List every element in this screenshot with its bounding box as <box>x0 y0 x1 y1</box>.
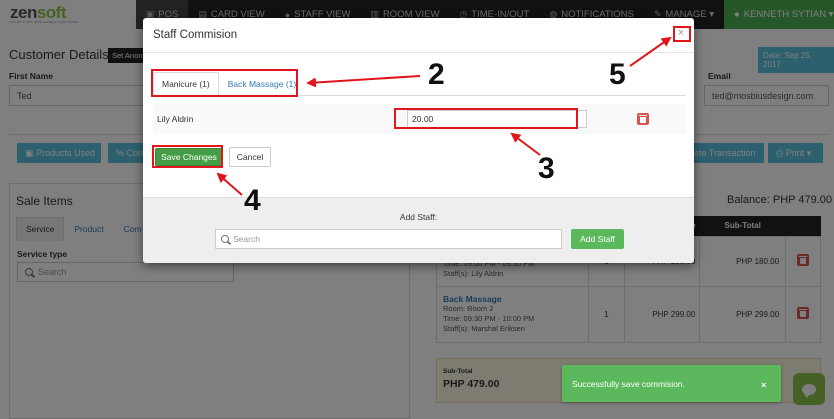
annotation-number-3: 3 <box>538 152 555 185</box>
trash-icon <box>639 115 647 123</box>
service-tabs: Manicure (1) Back Massage (1) <box>153 72 686 96</box>
success-toast: Successfully save commision. × <box>562 365 781 402</box>
annotation-number-4: 4 <box>244 184 261 217</box>
tab-back-massage[interactable]: Back Massage (1) <box>219 72 306 95</box>
close-icon[interactable]: × <box>674 27 688 40</box>
add-staff-label: Add Staff: <box>399 212 438 222</box>
cancel-button[interactable]: Cancel <box>229 147 271 167</box>
tab-manicure[interactable]: Manicure (1) <box>153 72 219 96</box>
modal-title: Staff Commision <box>153 29 238 41</box>
staff-search-input[interactable]: Search <box>215 229 562 249</box>
staff-name: Lily Aldrin <box>157 114 194 124</box>
modal-header: Staff Commision × <box>143 18 694 53</box>
toast-message: Successfully save commision. <box>572 379 685 389</box>
commission-input[interactable] <box>407 110 587 128</box>
delete-staff-button[interactable] <box>637 113 649 125</box>
annotation-number-2: 2 <box>428 58 445 91</box>
add-staff-section: Add Staff: Search Add Staff <box>143 197 694 263</box>
staff-search-placeholder: Search <box>233 234 260 244</box>
annotation-number-5: 5 <box>609 58 626 91</box>
toast-close-icon[interactable]: × <box>761 380 766 390</box>
staff-commission-modal: Staff Commision × Manicure (1) Back Mass… <box>143 18 694 263</box>
save-changes-button[interactable]: Save Changes <box>155 148 223 166</box>
staff-commission-row: Lily Aldrin <box>153 104 686 134</box>
search-icon <box>221 235 229 243</box>
add-staff-button[interactable]: Add Staff <box>571 229 624 249</box>
